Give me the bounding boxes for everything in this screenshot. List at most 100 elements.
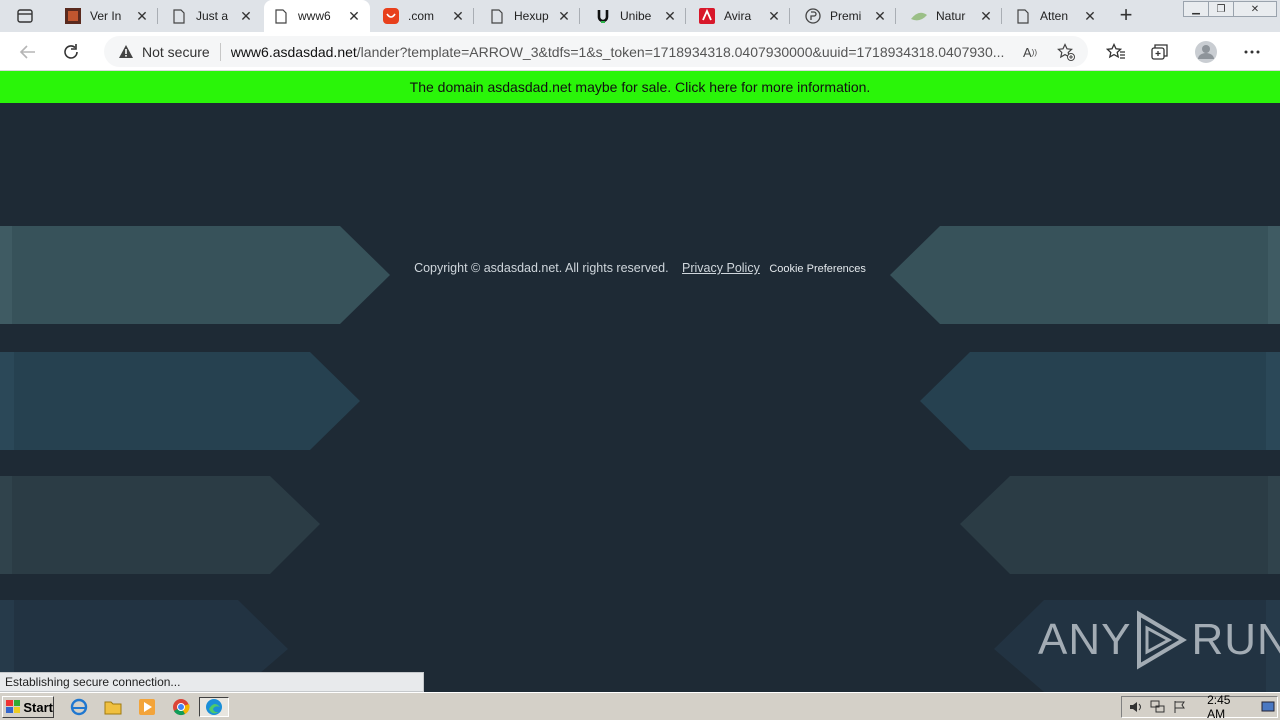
- leaf-favicon-icon: [910, 7, 928, 25]
- shopping-favicon-icon: [382, 7, 400, 25]
- close-window-button[interactable]: ✕: [1233, 1, 1277, 17]
- tab-5[interactable]: Unibe ✕: [586, 0, 686, 32]
- arrow-left-3: [0, 476, 320, 574]
- tab-6[interactable]: Avira ✕: [690, 0, 790, 32]
- url-text[interactable]: www6.asdasdad.net/lander?template=ARROW_…: [231, 44, 1011, 60]
- arrow-left-2: [0, 352, 360, 450]
- tab-0[interactable]: Ver In ✕: [56, 0, 158, 32]
- close-icon[interactable]: ✕: [556, 8, 572, 24]
- page-content: Copyright © asdasdad.net. All rights res…: [0, 103, 1280, 692]
- os-taskbar: Start 2:45 AM: [0, 692, 1280, 720]
- unibet-favicon-icon: [594, 7, 612, 25]
- close-icon[interactable]: ✕: [450, 8, 466, 24]
- url-host: www6.asdasdad.net: [230, 43, 357, 60]
- page-icon: [170, 7, 188, 25]
- tab-2[interactable]: www6 ✕: [264, 0, 370, 32]
- close-icon[interactable]: ✕: [766, 8, 782, 24]
- close-icon[interactable]: ✕: [1082, 8, 1098, 24]
- network-icon[interactable]: [1149, 699, 1166, 715]
- security-label[interactable]: Not secure: [142, 44, 210, 60]
- read-aloud-icon[interactable]: A)): [1020, 42, 1040, 62]
- system-tray: 2:45 AM: [1121, 693, 1278, 720]
- warning-icon: [118, 44, 134, 60]
- close-icon[interactable]: ✕: [238, 8, 254, 24]
- tab-title: Just a: [196, 9, 229, 23]
- page-icon: [488, 7, 506, 25]
- tab-title: Avira: [724, 9, 752, 23]
- close-icon[interactable]: ✕: [134, 8, 150, 24]
- footer: Copyright © asdasdad.net. All rights res…: [0, 261, 1280, 275]
- status-bar: Establishing secure connection...: [0, 672, 424, 692]
- anyrun-watermark: ANY RUN: [1038, 608, 1280, 672]
- watermark-text-right: RUN: [1191, 615, 1280, 664]
- tab-8[interactable]: Natur ✕: [902, 0, 1002, 32]
- refresh-icon: [64, 44, 78, 59]
- settings-more-icon[interactable]: [1240, 40, 1264, 64]
- minimize-icon: ▁: [1192, 3, 1200, 15]
- volume-icon[interactable]: [1127, 699, 1144, 715]
- tab-title: www6: [298, 9, 331, 23]
- page-icon: [1014, 7, 1032, 25]
- address-bar[interactable]: Not secure www6.asdasdad.net/lander?temp…: [104, 36, 1088, 67]
- restore-icon: ❐: [1216, 3, 1226, 15]
- tab-9[interactable]: Atten ✕: [1006, 0, 1106, 32]
- tab-title: Ver In: [90, 9, 122, 23]
- arrow-right-1: [890, 226, 1280, 324]
- watermark-text-left: ANY: [1038, 615, 1132, 664]
- copyright-text: Copyright © asdasdad.net. All rights res…: [414, 261, 669, 275]
- tab-1[interactable]: Just a ✕: [162, 0, 262, 32]
- edge-taskbar-icon[interactable]: [199, 697, 229, 717]
- back-button[interactable]: [15, 39, 41, 65]
- privacy-policy-link[interactable]: Privacy Policy: [682, 261, 760, 275]
- chrome-taskbar-icon[interactable]: [170, 697, 192, 717]
- close-icon[interactable]: ✕: [978, 8, 994, 24]
- show-desktop-icon[interactable]: [1260, 699, 1277, 715]
- cookie-preferences-link[interactable]: Cookie Preferences: [769, 263, 866, 275]
- tab-title: Atten: [1040, 9, 1069, 23]
- url-path: /lander?template=ARROW_3&tdfs=1&s_token=…: [356, 43, 1005, 60]
- tab-title: .com: [408, 9, 435, 23]
- back-arrow-icon: [19, 45, 35, 59]
- premium-favicon-icon: [804, 7, 822, 25]
- arrow-right-2: [920, 352, 1280, 450]
- restore-button[interactable]: ❐: [1208, 1, 1234, 17]
- avatar-icon: [1195, 41, 1217, 63]
- add-favorite-icon[interactable]: [1056, 42, 1076, 62]
- avira-favicon-icon: [698, 7, 716, 25]
- tab-7[interactable]: Premi ✕: [796, 0, 896, 32]
- close-icon[interactable]: ✕: [662, 8, 678, 24]
- arrow-right-3: [960, 476, 1280, 574]
- clock[interactable]: 2:45 AM: [1207, 693, 1250, 720]
- explorer-taskbar-icon[interactable]: [102, 697, 124, 717]
- browser-toolbar: Not secure www6.asdasdad.net/lander?temp…: [0, 32, 1280, 71]
- tab-title: Hexup: [514, 9, 549, 23]
- page-icon: [272, 7, 290, 25]
- windows-logo-icon: [6, 700, 21, 713]
- minimize-button[interactable]: ▁: [1183, 1, 1209, 17]
- profile-avatar[interactable]: [1194, 40, 1218, 64]
- favorites-icon[interactable]: [1104, 40, 1128, 64]
- close-icon[interactable]: ✕: [872, 8, 888, 24]
- tab-actions-button[interactable]: [8, 4, 42, 28]
- start-label: Start: [23, 699, 53, 715]
- tab-strip: Ver In ✕ Just a ✕ www6 ✕ .com ✕ Hexup ✕ …: [0, 0, 1280, 32]
- arrow-left-1: [0, 226, 390, 324]
- tab-3[interactable]: .com ✕: [374, 0, 474, 32]
- tab-4[interactable]: Hexup ✕: [480, 0, 580, 32]
- close-icon[interactable]: ✕: [346, 8, 362, 24]
- tab-title: Premi: [830, 9, 862, 23]
- banner-text[interactable]: The domain asdasdad.net maybe for sale. …: [410, 79, 871, 95]
- refresh-button[interactable]: [58, 39, 84, 65]
- media-player-taskbar-icon[interactable]: [136, 697, 158, 717]
- tab-actions-icon: [17, 9, 33, 23]
- domain-sale-banner[interactable]: The domain asdasdad.net maybe for sale. …: [0, 71, 1280, 103]
- close-window-icon: ✕: [1250, 3, 1260, 15]
- start-button[interactable]: Start: [2, 696, 54, 718]
- play-logo-icon: [1137, 610, 1188, 670]
- ie-taskbar-icon[interactable]: [68, 697, 90, 717]
- flag-icon[interactable]: [1172, 699, 1189, 715]
- collections-icon[interactable]: [1148, 40, 1172, 64]
- new-tab-button[interactable]: +: [1114, 4, 1138, 28]
- photo-favicon-icon: [64, 7, 82, 25]
- arrow-background: [0, 226, 1280, 692]
